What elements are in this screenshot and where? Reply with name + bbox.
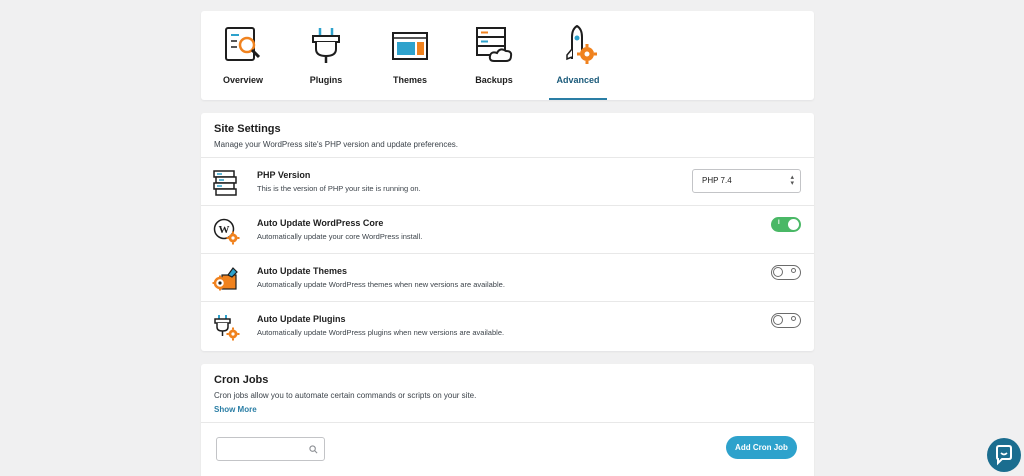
search-icon[interactable] — [309, 445, 318, 454]
chat-support-button[interactable] — [987, 438, 1021, 472]
site-tabs-card: Overview Plugins Themes Backups Advanced — [201, 11, 814, 100]
row-description: Automatically update WordPress plugins w… — [257, 328, 505, 337]
tab-themes[interactable]: Themes — [387, 11, 433, 100]
row-title: PHP Version — [257, 170, 311, 180]
add-cron-job-button[interactable]: Add Cron Job — [726, 436, 797, 459]
tab-backups[interactable]: Backups — [471, 11, 517, 100]
tab-label: Plugins — [309, 75, 343, 85]
php-version-select[interactable]: PHP 7.4 ▴ ▾ — [692, 169, 801, 193]
plugins-gear-icon — [214, 315, 240, 341]
row-description: This is the version of PHP your site is … — [257, 184, 421, 193]
site-settings-header: Site Settings Manage your WordPress site… — [201, 113, 814, 158]
site-settings-title: Site Settings — [214, 123, 281, 135]
themes-gear-icon — [212, 267, 238, 291]
svg-text:W: W — [219, 224, 230, 236]
toggle-on-mark-icon: I — [778, 220, 780, 226]
row-description: Automatically update your core WordPress… — [257, 232, 423, 241]
toggle-off-mark-icon — [791, 268, 796, 273]
overview-magnifier-icon — [225, 27, 261, 61]
tab-advanced[interactable]: Advanced — [549, 11, 607, 100]
toggle-knob — [788, 219, 799, 230]
php-version-row: PHP Version This is the version of PHP y… — [201, 158, 814, 206]
plugin-plug-icon — [312, 28, 340, 63]
toggle-knob — [773, 315, 783, 325]
row-description: Automatically update WordPress themes wh… — [257, 280, 505, 289]
auto-update-themes-row: Auto Update Themes Automatically update … — [201, 254, 814, 302]
row-title: Auto Update Plugins — [257, 314, 346, 324]
row-title: Auto Update WordPress Core — [257, 218, 384, 228]
site-tabs: Overview Plugins Themes Backups Advanced — [201, 11, 814, 100]
cron-search-box — [216, 437, 325, 461]
tab-label: Overview — [222, 75, 264, 85]
tab-label: Themes — [392, 75, 427, 85]
tab-label: Backups — [475, 75, 513, 85]
select-caret-icon: ▴ ▾ — [790, 174, 794, 187]
cron-jobs-header: Cron Jobs Cron jobs allow you to automat… — [201, 364, 814, 423]
tab-overview[interactable]: Overview — [219, 11, 267, 100]
php-version-selected-value: PHP 7.4 — [702, 176, 732, 185]
show-more-link[interactable]: Show More — [214, 405, 801, 414]
auto-update-plugins-row: Auto Update Plugins Automatically update… — [201, 302, 814, 350]
themes-window-icon — [392, 32, 428, 60]
cron-jobs-card: Cron Jobs Cron jobs allow you to automat… — [201, 364, 814, 476]
auto-update-core-row: W Auto Update WordPress Core Automatical… — [201, 206, 814, 254]
backups-server-cloud-icon — [476, 27, 513, 62]
site-settings-description: Manage your WordPress site's PHP version… — [214, 140, 459, 149]
row-title: Auto Update Themes — [257, 266, 348, 276]
cron-search-input[interactable] — [222, 439, 307, 459]
auto-update-core-toggle[interactable]: I — [771, 217, 801, 232]
tab-plugins[interactable]: Plugins — [303, 11, 349, 100]
auto-update-plugins-toggle[interactable] — [771, 313, 801, 328]
advanced-rocket-gear-icon — [566, 25, 597, 64]
chat-bubble-icon — [996, 445, 1012, 466]
wordpress-gear-icon: W — [213, 218, 240, 245]
tab-label: Advanced — [556, 75, 600, 85]
toggle-knob — [773, 267, 783, 277]
php-server-stack-icon — [213, 170, 237, 196]
cron-jobs-description: Cron jobs allow you to automate certain … — [214, 391, 477, 400]
toggle-off-mark-icon — [791, 316, 796, 321]
cron-jobs-title: Cron Jobs — [214, 374, 269, 386]
auto-update-themes-toggle[interactable] — [771, 265, 801, 280]
site-settings-card: Site Settings Manage your WordPress site… — [201, 113, 814, 351]
